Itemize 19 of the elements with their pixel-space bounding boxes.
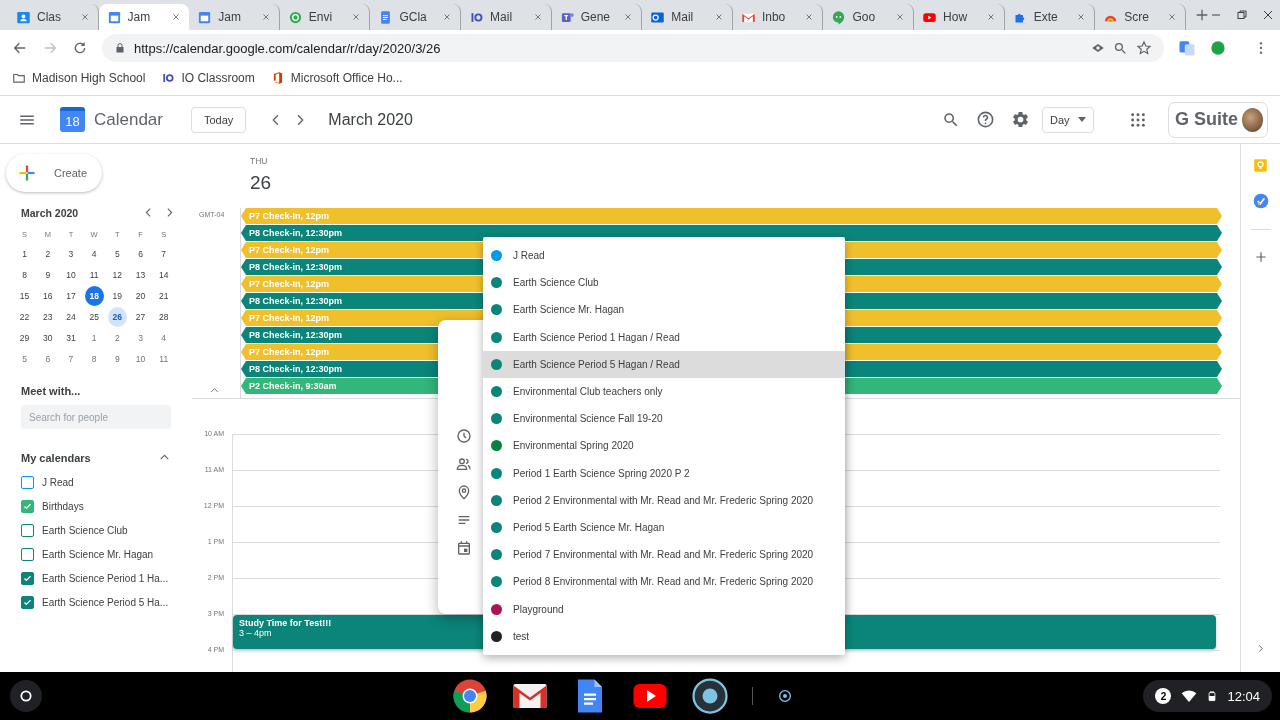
- month-title: March 2020: [21, 206, 80, 219]
- calendar-name: Birthdays: [42, 500, 84, 512]
- calendar-name: Earth Science Period 5 Ha...: [42, 596, 169, 608]
- clock-time: 12:04: [1227, 688, 1260, 704]
- period-title: March 2020: [328, 110, 413, 129]
- calendar-name: J Read: [42, 476, 74, 488]
- calendar-name: Earth Science Period 1 Ha...: [42, 572, 169, 584]
- calendar-name: Earth Science Club: [42, 524, 128, 536]
- brand-name: G Suite: [1175, 109, 1238, 130]
- url-text: https://calendar.google.com/calendar/r/day/2020/3/26: [134, 40, 442, 56]
- event-time: 3 – 4pm: [239, 628, 272, 638]
- section-title: Meet with...: [21, 385, 82, 397]
- calendar-name: Earth Science Mr. Hagan: [42, 548, 154, 560]
- section-title: My calendars: [21, 451, 92, 464]
- event-title: Study Time for Test!!!: [239, 618, 332, 628]
- notification-count: 2: [1155, 688, 1172, 704]
- calendar-logo: 18: [60, 107, 85, 132]
- weekday-label: THU: [250, 156, 269, 166]
- app-title: Calendar: [94, 109, 164, 130]
